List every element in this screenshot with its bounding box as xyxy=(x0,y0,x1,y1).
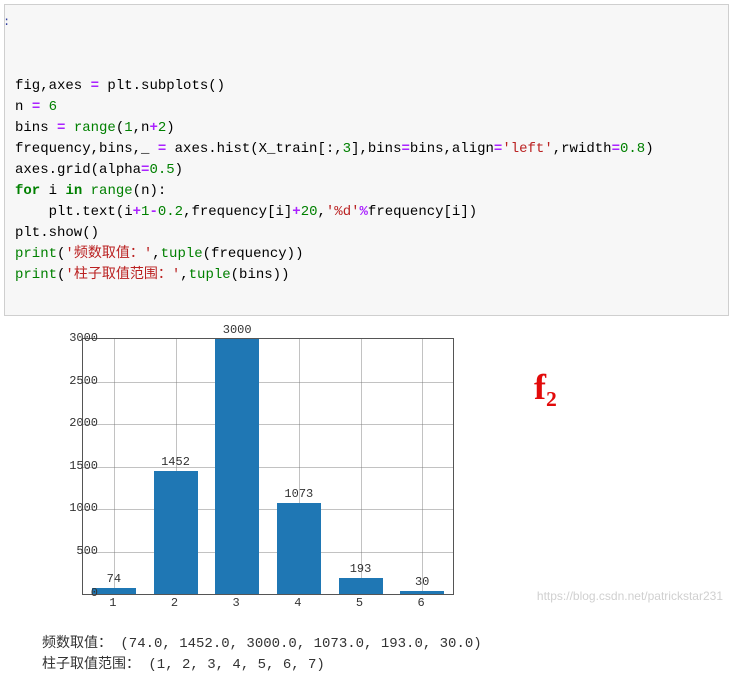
y-tick-label: 500 xyxy=(58,544,98,558)
gridline xyxy=(83,424,453,425)
x-tick-label: 4 xyxy=(288,596,308,610)
y-tick-label: 2000 xyxy=(58,416,98,430)
x-tick-label: 3 xyxy=(226,596,246,610)
handwritten-annotation: f₂ xyxy=(534,366,557,408)
histogram-chart: 7414523000107319330 05001000150020002500… xyxy=(24,326,474,626)
code-cell: : fig,axes = plt.subplots() n = 6 bins =… xyxy=(4,4,729,316)
bar xyxy=(277,503,321,594)
gridline xyxy=(83,382,453,383)
code-content: fig,axes = plt.subplots() n = 6 bins = r… xyxy=(15,76,718,286)
x-tick-label: 2 xyxy=(165,596,185,610)
y-tick-label: 2500 xyxy=(58,374,98,388)
bar-value-label: 1073 xyxy=(284,487,313,501)
bar xyxy=(339,578,383,594)
output-area: 7414523000107319330 05001000150020002500… xyxy=(24,326,729,676)
bar-value-label: 30 xyxy=(415,575,429,589)
y-tick-label: 0 xyxy=(58,586,98,600)
gridline xyxy=(83,552,453,553)
bar xyxy=(154,471,198,594)
bar xyxy=(92,588,136,594)
gridline xyxy=(422,339,423,594)
plot-area: 7414523000107319330 xyxy=(82,338,454,595)
gridline xyxy=(83,467,453,468)
y-tick-label: 1500 xyxy=(58,459,98,473)
bar-value-label: 74 xyxy=(107,572,121,586)
x-tick-label: 1 xyxy=(103,596,123,610)
bar-value-label: 1452 xyxy=(161,455,190,469)
y-tick-label: 3000 xyxy=(58,331,98,345)
gridline xyxy=(114,339,115,594)
watermark: https://blog.csdn.net/patrickstar231 xyxy=(537,589,723,603)
print-line-2: 柱子取值范围： (1, 2, 3, 4, 5, 6, 7) xyxy=(42,657,325,673)
print-line-1: 频数取值： (74.0, 1452.0, 3000.0, 1073.0, 193… xyxy=(42,636,482,652)
input-prompt: : xyxy=(3,13,10,31)
bar xyxy=(215,339,259,594)
x-tick-label: 5 xyxy=(350,596,370,610)
y-tick-label: 1000 xyxy=(58,501,98,515)
bar xyxy=(400,591,444,594)
gridline xyxy=(361,339,362,594)
bar-value-label: 193 xyxy=(350,562,372,576)
bar-value-label: 3000 xyxy=(223,323,252,337)
x-tick-label: 6 xyxy=(411,596,431,610)
gridline xyxy=(83,509,453,510)
stdout-output: 频数取值： (74.0, 1452.0, 3000.0, 1073.0, 193… xyxy=(42,634,725,676)
